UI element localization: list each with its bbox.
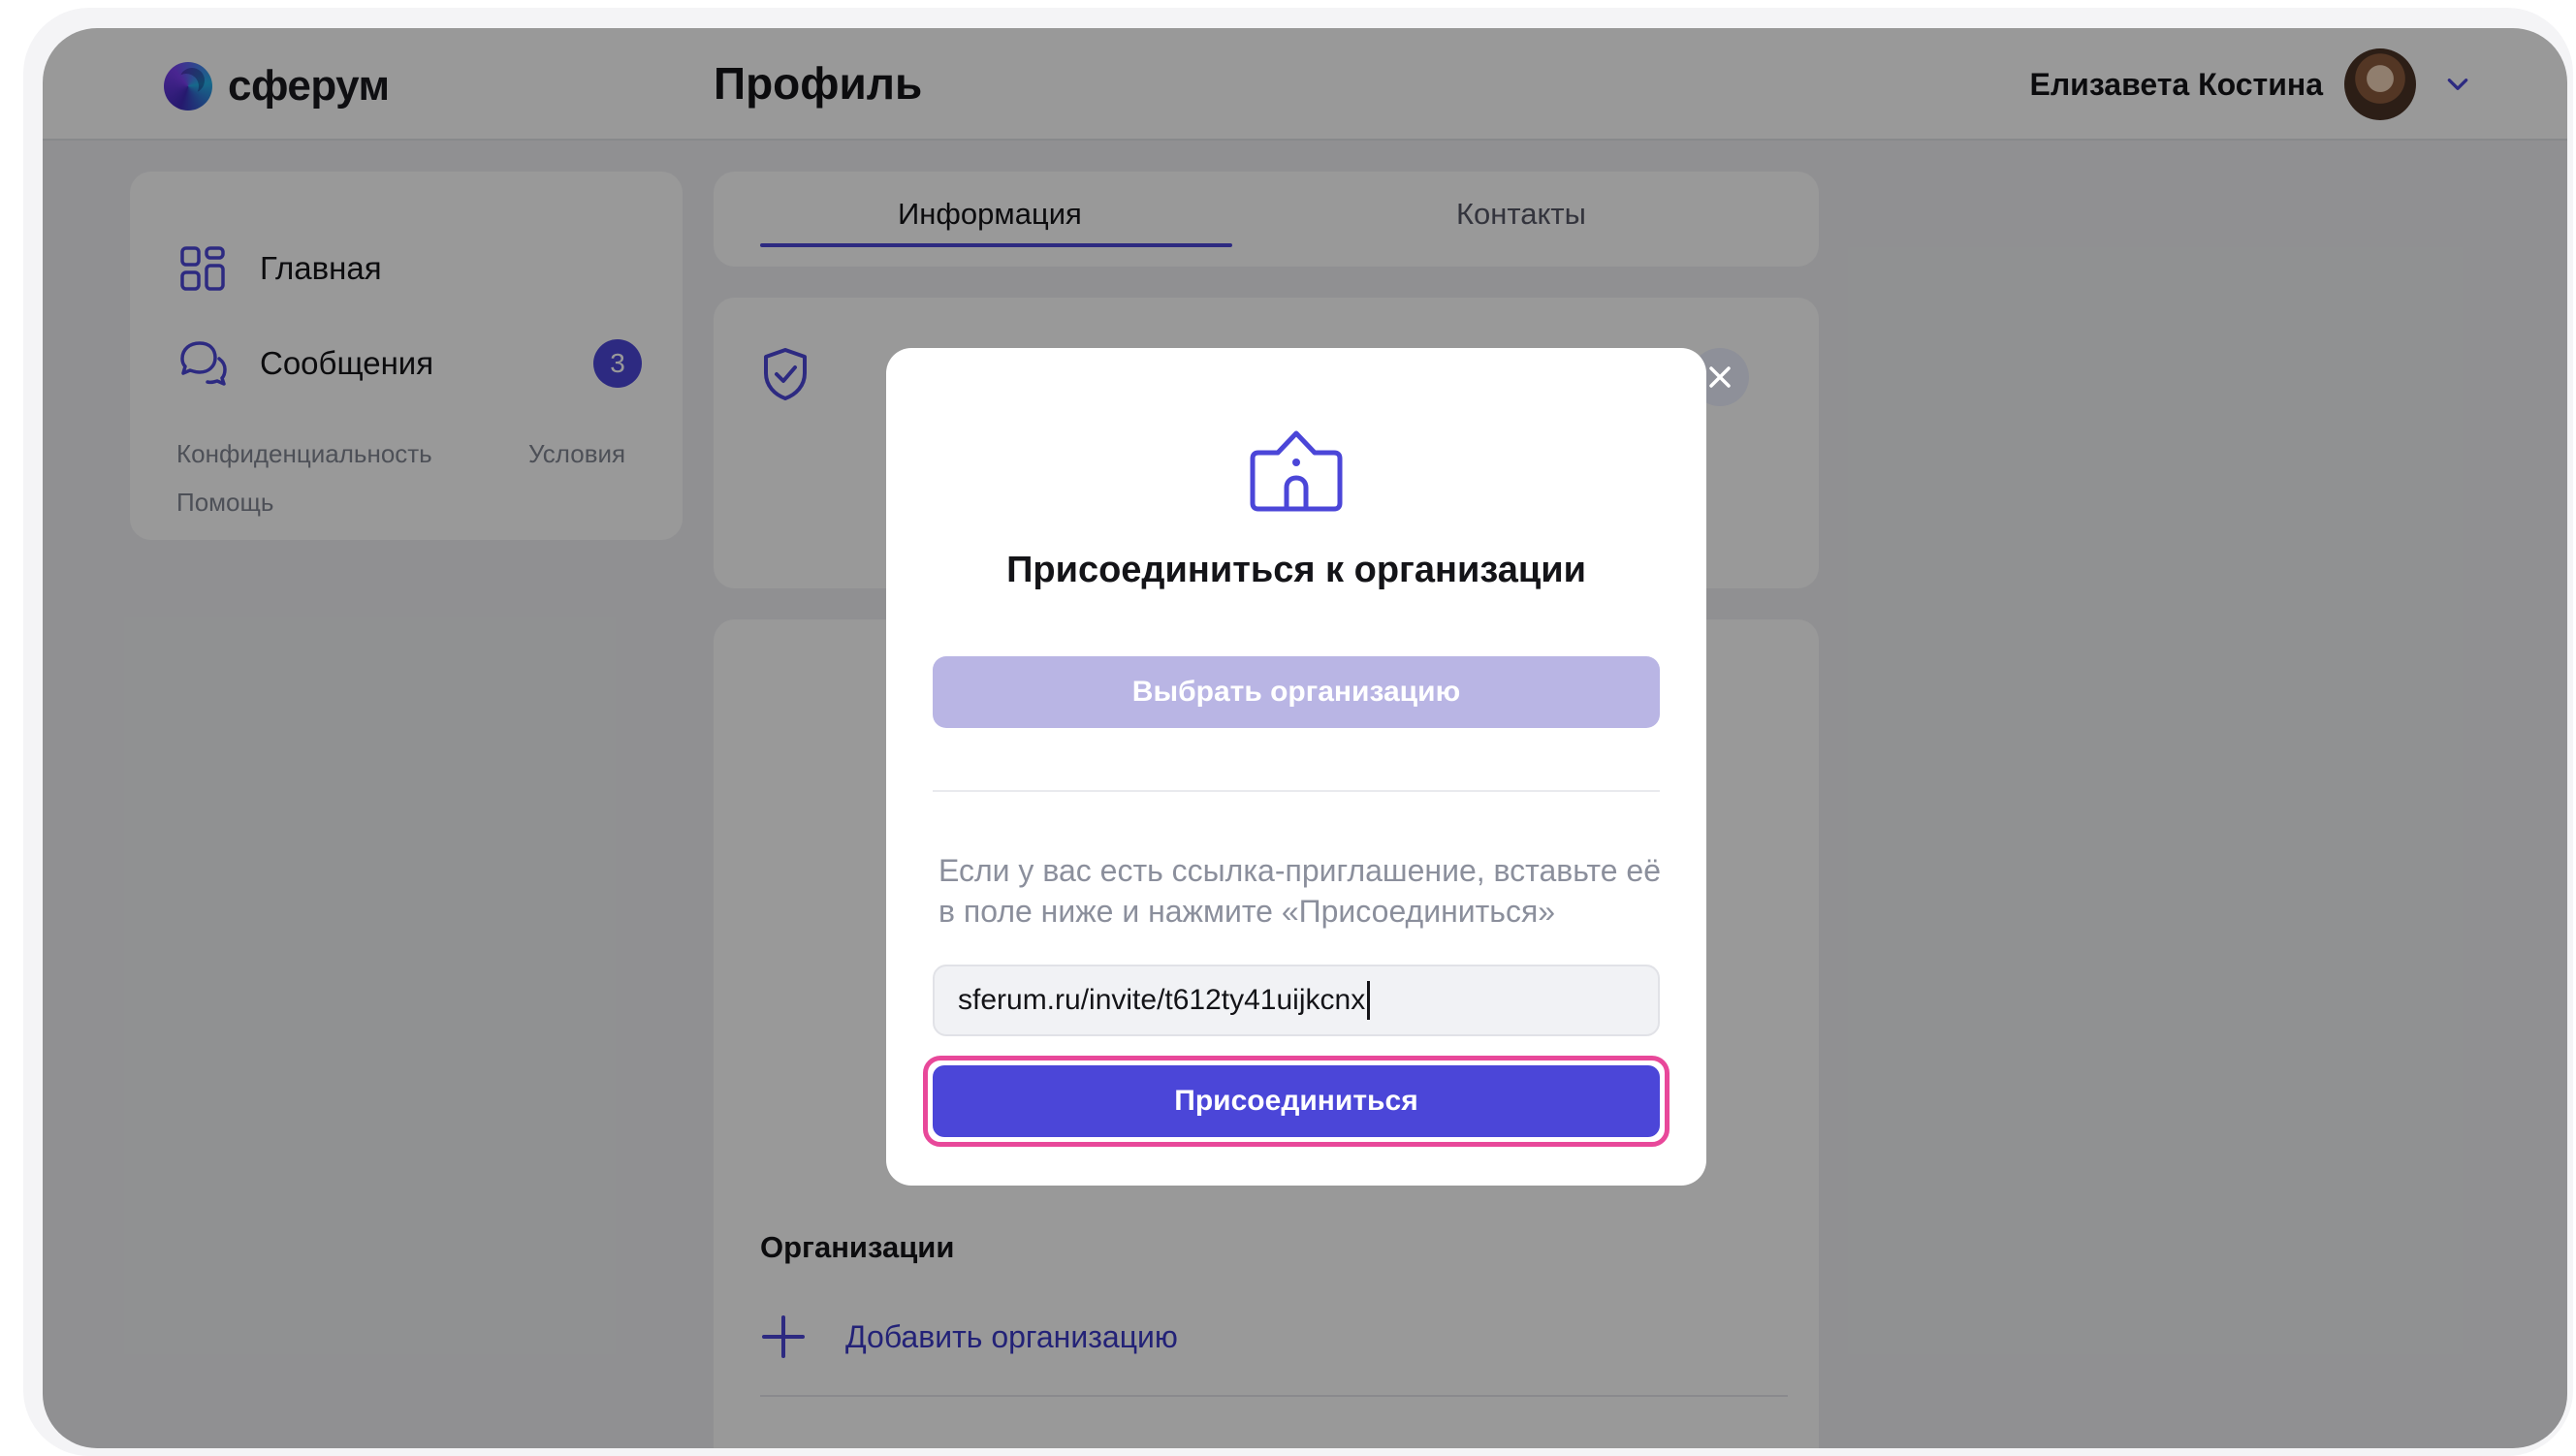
invite-link-input[interactable]: sferum.ru/invite/t612ty41uijkcnx — [933, 965, 1660, 1036]
school-building-icon — [1250, 430, 1343, 512]
join-button[interactable]: Присоединиться — [933, 1065, 1660, 1137]
close-icon — [1709, 366, 1731, 388]
choose-organization-button[interactable]: Выбрать организацию — [933, 656, 1660, 728]
modal-title: Присоединиться к организации — [1006, 550, 1586, 590]
modal-divider — [933, 790, 1660, 792]
app-window: сферум Профиль Елизавета Костина Главная — [43, 28, 2567, 1448]
text-caret — [1367, 981, 1371, 1020]
invite-hint-text: Если у вас есть ссылка-приглашение, вста… — [938, 853, 1661, 929]
join-organization-modal: Присоединиться к организации Выбрать орг… — [886, 348, 1706, 1186]
invite-link-value: sferum.ru/invite/t612ty41uijkcnx — [958, 984, 1366, 1016]
